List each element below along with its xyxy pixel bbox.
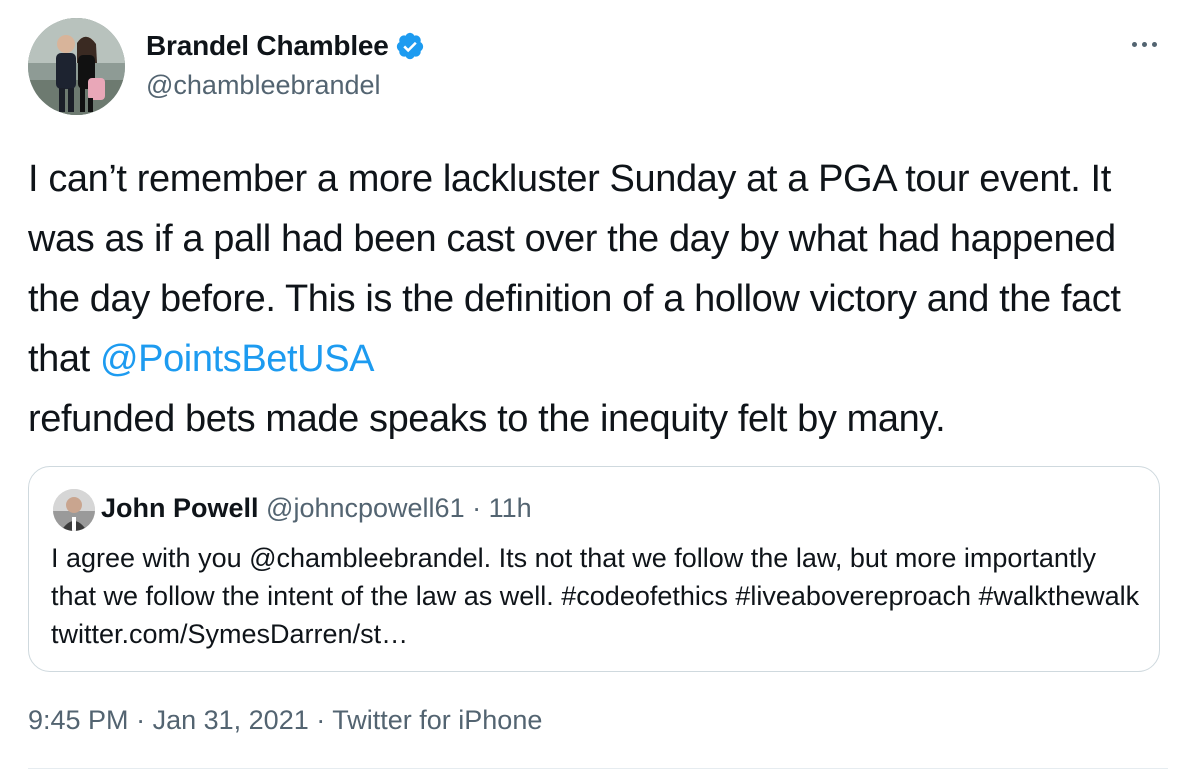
quote-author-name: John Powell: [101, 493, 259, 523]
author-handle[interactable]: @chambleebrandel: [146, 70, 381, 101]
more-dot: [1151, 41, 1157, 47]
tweet-text-part2: refunded bets made speaks to the inequit…: [28, 398, 946, 440]
author-display-name[interactable]: Brandel Chamblee: [146, 30, 389, 62]
tweet-text: I can’t remember a more lackluster Sunda…: [28, 149, 1168, 449]
quote-text: I agree with you @chambleebrandel. Its n…: [51, 543, 1140, 649]
tweet-time[interactable]: 9:45 PM: [28, 705, 129, 735]
divider: [28, 768, 1168, 769]
author-avatar[interactable]: [28, 18, 125, 115]
quoted-tweet[interactable]: John Powell @johncpowell61 · 11h I agree…: [28, 466, 1160, 672]
tweet-footer: 9:45 PM · Jan 31, 2021 · Twitter for iPh…: [28, 705, 542, 736]
more-options-icon[interactable]: [1124, 30, 1164, 58]
author-name-row: Brandel Chamblee: [146, 28, 425, 64]
footer-separator: ·: [316, 705, 326, 735]
tweet-mention-link[interactable]: @PointsBetUSA: [100, 338, 375, 380]
tweet-card: Brandel Chamblee @chambleebrandel I can’…: [0, 0, 1198, 774]
quote-timestamp: 11h: [488, 493, 532, 523]
quote-author-avatar: [53, 489, 95, 531]
footer-separator: ·: [136, 705, 146, 735]
tweet-date[interactable]: Jan 31, 2021: [153, 705, 309, 735]
tweet-source[interactable]: Twitter for iPhone: [332, 705, 542, 735]
quote-separator: ·: [472, 493, 482, 523]
more-dot: [1141, 41, 1147, 47]
more-dot: [1131, 41, 1137, 47]
quote-header: John Powell @johncpowell61 · 11h: [101, 493, 532, 524]
verified-badge-icon: [395, 31, 425, 61]
quote-author-handle: @johncpowell61: [266, 493, 465, 523]
